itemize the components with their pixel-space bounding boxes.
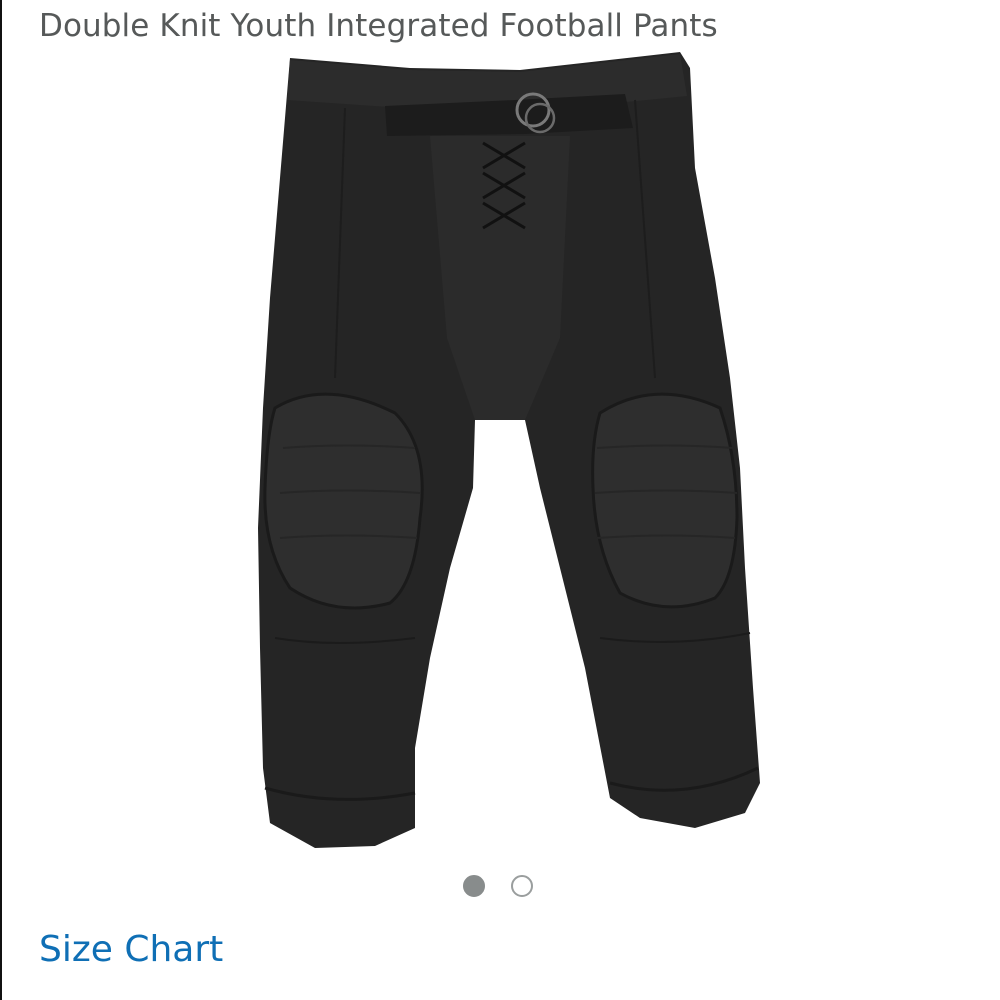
product-image[interactable] [225,48,785,858]
size-chart-link[interactable]: Size Chart [39,926,223,974]
football-pants-image [258,52,760,848]
screen-edge [0,0,2,1000]
image-carousel-dots [463,874,533,898]
product-title: Double Knit Youth Integrated Football Pa… [39,8,718,44]
carousel-dot-2[interactable] [511,875,533,897]
carousel-dot-1[interactable] [463,875,485,897]
